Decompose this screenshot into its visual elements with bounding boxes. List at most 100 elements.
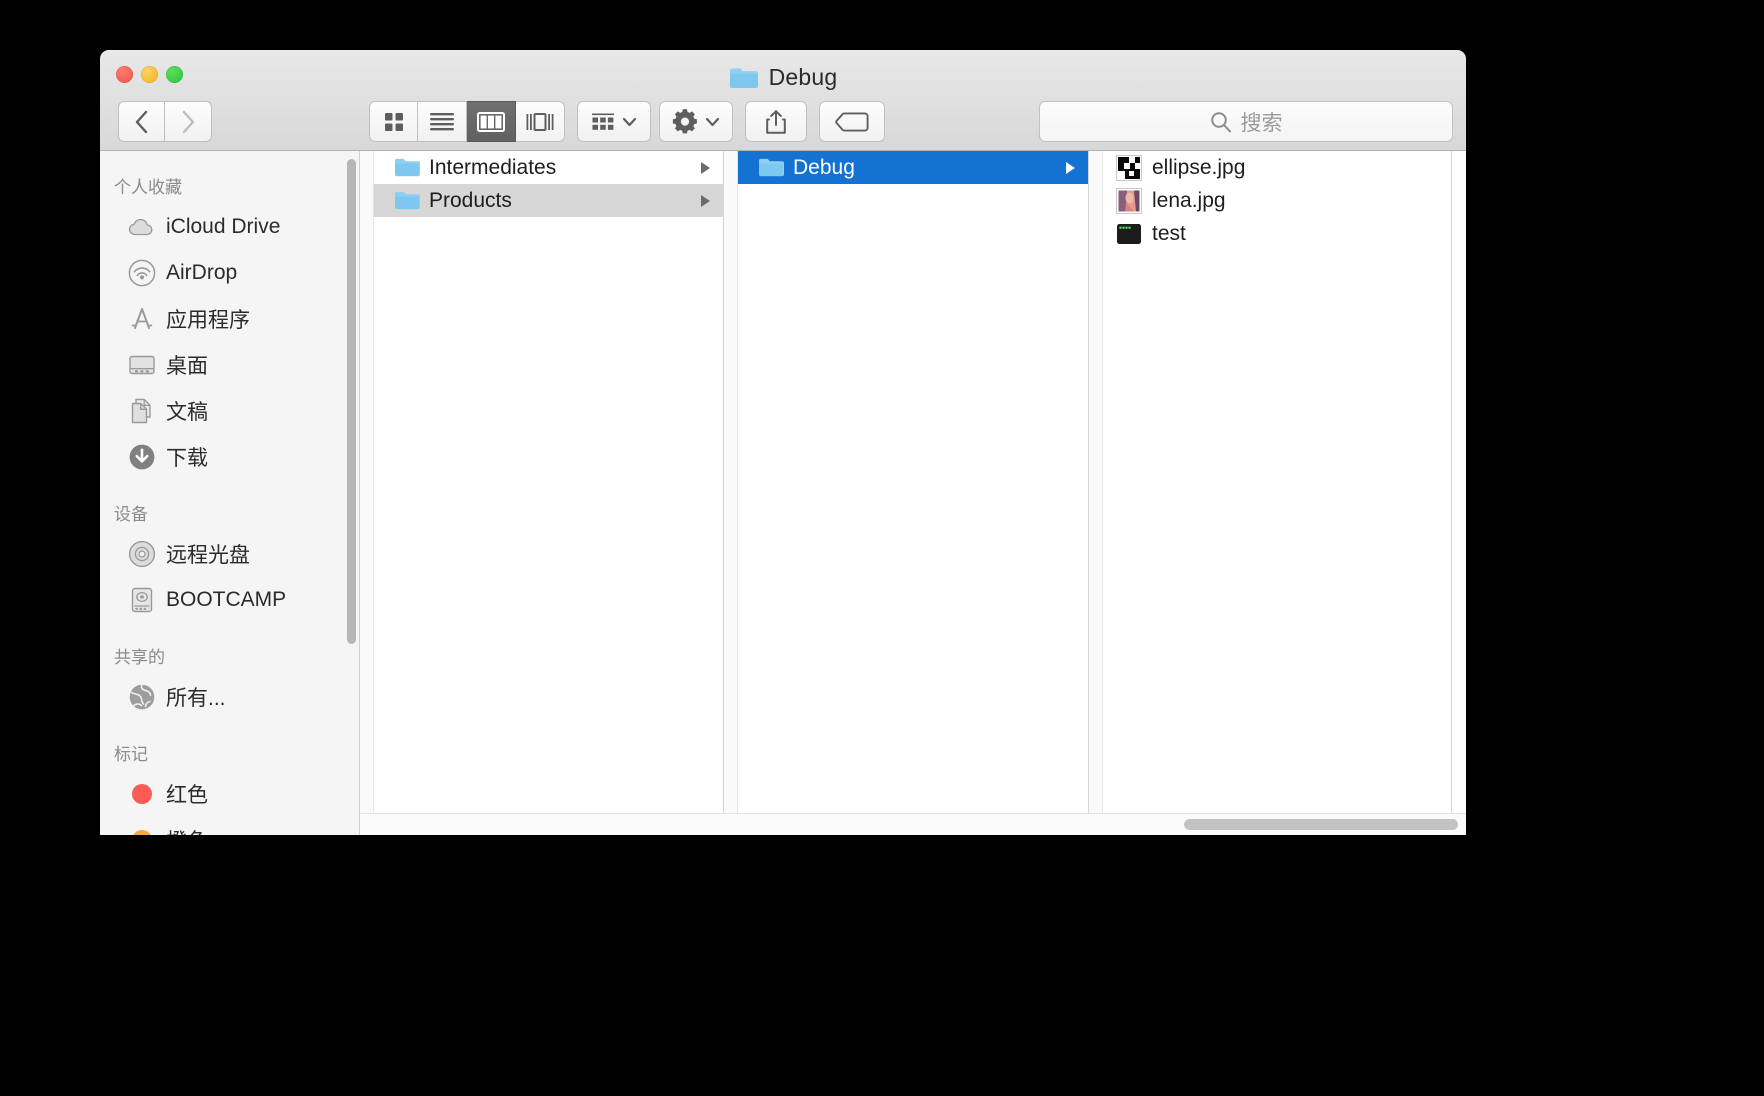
- airdrop-icon: [128, 259, 156, 287]
- search-placeholder: 搜索: [1240, 111, 1283, 135]
- sidebar-item-label: 下载: [166, 447, 208, 470]
- network-globe-icon: [128, 683, 156, 711]
- folder-icon: [394, 190, 420, 211]
- icloud-icon: [128, 213, 156, 241]
- minimize-button[interactable]: [141, 66, 158, 83]
- traffic-lights: [116, 66, 183, 83]
- sidebar-item-label: 所有...: [166, 687, 226, 710]
- share-icon: [765, 109, 787, 135]
- sidebar-item-icloud-drive[interactable]: iCloud Drive: [100, 204, 359, 250]
- column-1-gutter: [360, 151, 374, 835]
- folder-icon: [758, 157, 784, 178]
- column-3-gutter: [1089, 151, 1103, 835]
- sidebar-item-label: 文稿: [166, 401, 208, 424]
- tag-dot-icon: [128, 780, 156, 808]
- arrange-grid-icon: [591, 111, 615, 133]
- chevron-right-icon: [1066, 161, 1075, 174]
- search-field[interactable]: 搜索: [1039, 101, 1453, 142]
- column-row-label: Intermediates: [429, 155, 557, 179]
- image-thumbnail-ellipse-icon: [1116, 154, 1142, 181]
- sidebar-scrollbar[interactable]: [347, 159, 356, 644]
- sidebar-item-all-shared[interactable]: 所有...: [100, 674, 359, 720]
- window-titlebar: Debug 搜索: [100, 50, 1466, 151]
- executable-icon: [1116, 221, 1142, 247]
- file-row-label: test: [1152, 221, 1186, 245]
- sidebar-item-label: 红色: [166, 784, 208, 807]
- documents-icon: [128, 397, 156, 425]
- desktop-icon: [128, 351, 156, 379]
- horizontal-scrollbar-thumb[interactable]: [1184, 819, 1458, 830]
- window-title: Debug: [100, 64, 1466, 91]
- sidebar-item-label: AirDrop: [166, 261, 238, 284]
- horizontal-scrollbar-track[interactable]: [360, 813, 1466, 835]
- sidebar-item-bootcamp[interactable]: BOOTCAMP: [100, 577, 359, 623]
- folder-icon: [394, 157, 420, 178]
- tag-dot-icon: [128, 826, 156, 835]
- file-row-test[interactable]: test: [1103, 217, 1451, 250]
- file-row-label: lena.jpg: [1152, 188, 1226, 212]
- column-row-intermediates[interactable]: Intermediates: [374, 151, 723, 184]
- view-mode-group: [369, 101, 565, 142]
- chevron-right-icon: [701, 194, 710, 207]
- close-button[interactable]: [116, 66, 133, 83]
- column-row-label: Products: [429, 188, 512, 212]
- column-browser: Intermediates Products Debug ellipse.jpg…: [360, 151, 1466, 835]
- sidebar-item-downloads[interactable]: 下载: [100, 434, 359, 480]
- screen: Debug 搜索 个人收藏 iCloud Drive AirDrop 应用程序 …: [0, 0, 1764, 1096]
- gallery-view-button[interactable]: [516, 101, 565, 142]
- file-row-label: ellipse.jpg: [1152, 155, 1246, 179]
- maximize-button[interactable]: [166, 66, 183, 83]
- sidebar-item-label: BOOTCAMP: [166, 588, 287, 611]
- sidebar-item-airdrop[interactable]: AirDrop: [100, 250, 359, 296]
- sidebar-item-label: 应用程序: [166, 309, 250, 332]
- column-3: ellipse.jpg lena.jpg test: [1089, 151, 1452, 835]
- image-thumbnail-lena-icon: [1116, 187, 1142, 214]
- chevron-down-icon: [705, 117, 720, 127]
- sidebar-item-desktop[interactable]: 桌面: [100, 342, 359, 388]
- file-row-ellipse[interactable]: ellipse.jpg: [1103, 151, 1451, 184]
- column-2-gutter: [724, 151, 738, 835]
- sidebar-item-label: 远程光盘: [166, 544, 250, 567]
- sidebar-item-tag-orange[interactable]: 橙色: [100, 817, 359, 835]
- sidebar-section-devices-header: 设备: [114, 505, 148, 524]
- sidebar-item-applications[interactable]: 应用程序: [100, 296, 359, 342]
- applications-icon: [128, 305, 156, 333]
- file-row-lena[interactable]: lena.jpg: [1103, 184, 1451, 217]
- column-row-products[interactable]: Products: [374, 184, 723, 217]
- sidebar-section-tags-header: 标记: [114, 745, 148, 764]
- column-4: [1452, 151, 1464, 835]
- remote-disc-icon: [128, 540, 156, 568]
- sidebar-section-favorites-header: 个人收藏: [114, 178, 182, 197]
- sidebar-item-label: 桌面: [166, 355, 208, 378]
- sidebar: 个人收藏 iCloud Drive AirDrop 应用程序 桌面 文稿 下载 …: [100, 151, 360, 835]
- icon-view-button[interactable]: [369, 101, 418, 142]
- hard-drive-icon: [128, 586, 156, 614]
- sidebar-item-tag-red[interactable]: 红色: [100, 771, 359, 817]
- chevron-down-icon: [622, 117, 637, 127]
- arrange-button[interactable]: [577, 101, 651, 142]
- share-button[interactable]: [745, 101, 807, 142]
- column-view-button[interactable]: [467, 101, 516, 142]
- sidebar-section-shared-header: 共享的: [114, 648, 165, 667]
- window-body: 个人收藏 iCloud Drive AirDrop 应用程序 桌面 文稿 下载 …: [100, 151, 1466, 835]
- sidebar-item-remote-disc[interactable]: 远程光盘: [100, 531, 359, 577]
- downloads-icon: [128, 443, 156, 471]
- window-title-text: Debug: [768, 64, 838, 90]
- tags-button[interactable]: [819, 101, 885, 142]
- back-button[interactable]: [118, 101, 165, 142]
- sidebar-item-documents[interactable]: 文稿: [100, 388, 359, 434]
- chevron-right-icon: [701, 161, 710, 174]
- gear-icon: [672, 108, 698, 135]
- action-menu-button[interactable]: [659, 101, 733, 142]
- column-row-debug[interactable]: Debug: [738, 151, 1088, 184]
- sidebar-item-label: iCloud Drive: [166, 215, 281, 238]
- finder-window: Debug 搜索 个人收藏 iCloud Drive AirDrop 应用程序 …: [100, 50, 1466, 835]
- list-view-button[interactable]: [418, 101, 467, 142]
- column-1: Intermediates Products: [360, 151, 724, 835]
- tag-icon: [835, 111, 869, 132]
- sidebar-item-label: 橙色: [166, 825, 208, 835]
- nav-buttons: [118, 101, 212, 142]
- forward-button[interactable]: [165, 101, 212, 142]
- folder-icon: [729, 66, 759, 90]
- column-2: Debug: [724, 151, 1089, 835]
